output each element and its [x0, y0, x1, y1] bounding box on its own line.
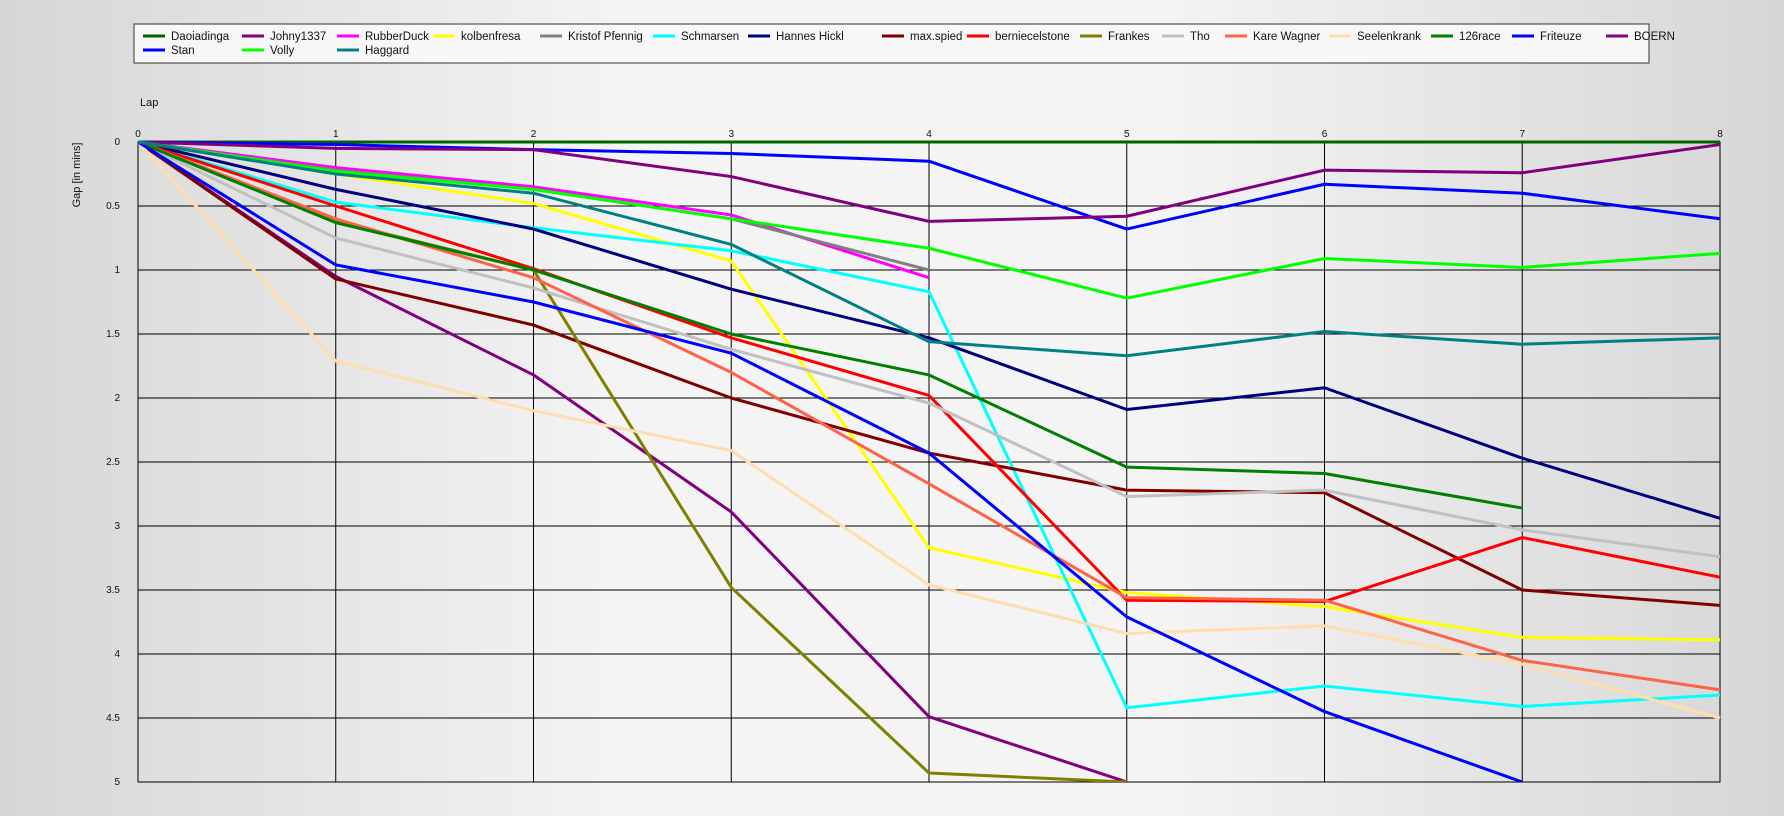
legend-label: BOERN [1634, 31, 1675, 43]
legend-label: Hannes Hickl [776, 31, 844, 43]
x-tick-label: 7 [1519, 129, 1525, 140]
legend-label: 126race [1459, 31, 1501, 43]
legend-label: Johny1337 [270, 31, 326, 43]
legend-label: Kare Wagner [1253, 31, 1320, 43]
y-tick-label: 5 [114, 777, 120, 788]
legend-label: max.spied [910, 31, 962, 43]
legend-label: Haggard [365, 45, 409, 57]
legend-label: kolbenfresa [461, 31, 521, 43]
legend-label: Kristof Pfennig [568, 31, 643, 43]
legend: Daoiadinga Johny1337 RubberDuck kolbenfresa… [133, 23, 1675, 64]
x-tick-label: 8 [1717, 129, 1723, 140]
x-tick-label: 2 [531, 129, 537, 140]
y-tick-label: 4 [114, 649, 120, 660]
x-tick-label: 3 [728, 129, 734, 140]
x-tick-label: 1 [333, 129, 339, 140]
y-tick-label: 3.5 [106, 585, 120, 596]
y-tick-label: 3 [114, 521, 120, 532]
y-tick-label: 2.5 [106, 457, 120, 468]
y-tick-label: 2 [114, 393, 120, 404]
x-tick-label: 0 [135, 129, 141, 140]
legend-label: Stan [171, 45, 195, 57]
legend-label: RubberDuck [365, 31, 429, 43]
y-tick-label: 4.5 [106, 713, 120, 724]
legend-label: Tho [1190, 31, 1210, 43]
legend-label: berniecelstone [995, 31, 1070, 43]
legend-label: Schmarsen [681, 31, 739, 43]
x-tick-label: 5 [1124, 129, 1130, 140]
legend-label: Frankes [1108, 31, 1150, 43]
legend-label: Friteuze [1540, 31, 1582, 43]
series-line-13 [138, 140, 1523, 510]
y-tick-label: 0.5 [106, 201, 120, 212]
y-axis-title: Gap [in mins] [71, 143, 83, 208]
legend-label: Seelenkrank [1357, 31, 1421, 43]
gap-chart: Daoiadinga Johny1337 RubberDuck kolbenfresa… [71, 23, 1723, 788]
x-tick-label: 4 [926, 129, 932, 140]
legend-label: Daoiadinga [171, 31, 230, 43]
x-axis-title: Lap [140, 97, 158, 109]
legend-label: Volly [270, 45, 295, 57]
y-tick-label: 1 [114, 265, 120, 276]
x-tick-label: 6 [1322, 129, 1328, 140]
legend-box [133, 23, 1650, 64]
plot-area: 0 1 2 3 4 5 6 7 8 0 0.5 1 1.5 2 2.5 3 3.5 4 4.5 5 [106, 129, 1723, 788]
y-tick-label: 0 [114, 137, 120, 148]
y-tick-label: 1.5 [106, 329, 120, 340]
